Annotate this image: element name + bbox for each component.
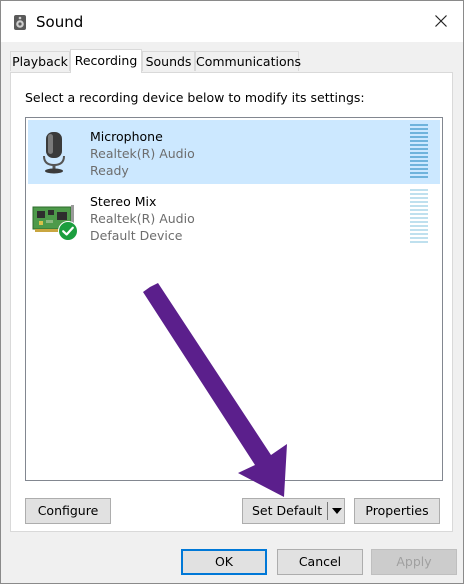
level-meter-segment bbox=[410, 148, 428, 150]
level-meter-segment bbox=[410, 193, 428, 195]
device-name: Microphone bbox=[90, 129, 163, 144]
properties-button[interactable]: Properties bbox=[354, 498, 440, 524]
level-meter-segment bbox=[410, 189, 428, 191]
close-icon bbox=[435, 15, 447, 27]
device-name: Stereo Mix bbox=[90, 194, 157, 209]
set-default-split-button[interactable]: Set Default bbox=[242, 498, 345, 524]
configure-button[interactable]: Configure bbox=[25, 498, 111, 524]
device-status: Default Device bbox=[90, 228, 183, 243]
level-meter-segment bbox=[410, 156, 428, 158]
set-default-label: Set Default bbox=[252, 503, 323, 518]
level-meter bbox=[410, 124, 430, 180]
sound-card-icon bbox=[32, 193, 78, 241]
default-check-icon bbox=[58, 221, 78, 241]
level-meter-segment bbox=[410, 160, 428, 162]
tab-communications[interactable]: Communications bbox=[195, 51, 301, 71]
speaker-icon bbox=[11, 12, 29, 32]
level-meter-segment bbox=[410, 132, 428, 134]
level-meter-segment bbox=[410, 144, 428, 146]
level-meter-segment bbox=[410, 213, 428, 215]
level-meter-segment bbox=[410, 225, 428, 227]
apply-button[interactable]: Apply bbox=[371, 549, 457, 575]
level-meter-segment bbox=[410, 172, 428, 174]
level-meter-segment bbox=[410, 168, 428, 170]
level-meter-segment bbox=[410, 217, 428, 219]
split-divider bbox=[327, 502, 328, 520]
level-meter bbox=[410, 189, 430, 245]
cancel-button[interactable]: Cancel bbox=[277, 549, 363, 575]
dropdown-arrow-icon[interactable] bbox=[329, 499, 344, 523]
level-meter-segment bbox=[410, 221, 428, 223]
device-status: Ready bbox=[90, 163, 129, 178]
window-title: Sound bbox=[36, 13, 84, 31]
recording-panel: Select a recording device below to modif… bbox=[10, 72, 453, 532]
device-row-stereo-mix[interactable]: Stereo Mix Realtek(R) Audio Default Devi… bbox=[28, 185, 440, 249]
ok-button[interactable]: OK bbox=[181, 549, 267, 575]
device-driver: Realtek(R) Audio bbox=[90, 211, 195, 226]
sound-dialog: Sound Playback Recording Sounds Communic… bbox=[0, 0, 464, 584]
level-meter-segment bbox=[410, 140, 428, 142]
level-meter-segment bbox=[410, 237, 428, 239]
level-meter-segment bbox=[410, 209, 428, 211]
level-meter-segment bbox=[410, 205, 428, 207]
level-meter-segment bbox=[410, 176, 428, 178]
instruction-text: Select a recording device below to modif… bbox=[25, 90, 365, 105]
level-meter-segment bbox=[410, 124, 428, 126]
level-meter-segment bbox=[410, 229, 428, 231]
title-bar: Sound bbox=[1, 1, 463, 42]
close-button[interactable] bbox=[419, 1, 463, 41]
tab-playback[interactable]: Playback bbox=[10, 51, 70, 71]
device-row-microphone[interactable]: Microphone Realtek(R) Audio Ready bbox=[28, 120, 440, 184]
level-meter-segment bbox=[410, 152, 428, 154]
level-meter-segment bbox=[410, 201, 428, 203]
device-driver: Realtek(R) Audio bbox=[90, 146, 195, 161]
microphone-icon bbox=[32, 128, 76, 176]
level-meter-segment bbox=[410, 241, 428, 243]
level-meter-segment bbox=[410, 233, 428, 235]
level-meter-segment bbox=[410, 164, 428, 166]
tab-recording[interactable]: Recording bbox=[70, 49, 142, 73]
level-meter-segment bbox=[410, 136, 428, 138]
device-list[interactable]: Microphone Realtek(R) Audio Ready Stereo… bbox=[25, 117, 443, 481]
level-meter-segment bbox=[410, 128, 428, 130]
tab-sounds[interactable]: Sounds bbox=[142, 51, 195, 71]
level-meter-segment bbox=[410, 197, 428, 199]
